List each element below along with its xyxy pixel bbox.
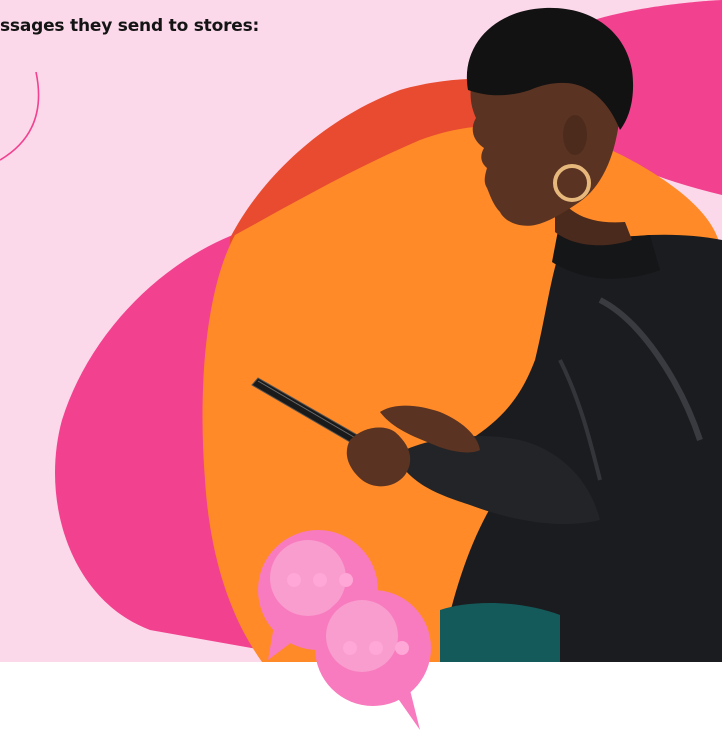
typing-dots-icon — [343, 641, 409, 655]
typing-dots-icon — [287, 573, 353, 587]
chat-bubbles-graphic — [258, 530, 431, 730]
chat-bubble-icon — [315, 590, 431, 730]
promo-hero: ssages they send to stores: — [0, 0, 722, 737]
